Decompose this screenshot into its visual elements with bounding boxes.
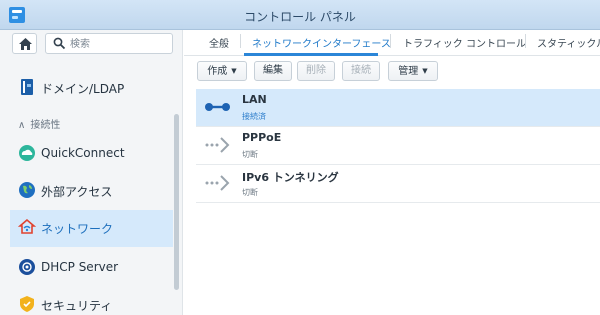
interface-status: 切断 xyxy=(242,150,258,159)
caret-down-icon: ▼ xyxy=(422,67,428,75)
interface-name: IPv6 トンネリング xyxy=(242,171,339,184)
interface-row-pppoe[interactable]: PPPoE 切断 xyxy=(196,127,600,165)
sidebar-item-quickconnect[interactable]: QuickConnect xyxy=(10,136,173,170)
interface-row-ipv6-tunneling[interactable]: IPv6 トンネリング 切断 xyxy=(196,165,600,203)
search-field[interactable] xyxy=(45,33,173,54)
sidebar-item-label: ドメイン/LDAP xyxy=(41,82,125,96)
sidebar-item-network[interactable]: ネットワーク xyxy=(10,210,173,247)
search-icon xyxy=(53,37,66,50)
disconnected-link-icon xyxy=(205,137,230,153)
sidebar-item-label: QuickConnect xyxy=(41,146,125,160)
connect-button[interactable]: 接続 xyxy=(342,61,380,81)
tab-traffic-control[interactable]: トラフィック コントロール xyxy=(403,35,526,50)
create-button[interactable]: 作成 ▼ xyxy=(197,61,247,81)
sidebar-item-domain-ldap[interactable]: ドメイン/LDAP xyxy=(10,70,173,104)
interface-status: 切断 xyxy=(242,188,258,197)
tab-bar: 全般 ネットワークインターフェース トラフィック コントロール スタティックル xyxy=(184,30,600,56)
main-panel: 全般 ネットワークインターフェース トラフィック コントロール スタティックル … xyxy=(184,30,600,315)
caret-down-icon: ▼ xyxy=(231,67,237,75)
sidebar-item-external-access[interactable]: 外部アクセス xyxy=(10,173,173,207)
directory-book-icon xyxy=(21,79,33,95)
sidebar-item-security[interactable]: セキュリティ xyxy=(10,287,173,315)
quickconnect-cloud-icon xyxy=(19,145,35,161)
sidebar-item-label: ネットワーク xyxy=(41,222,114,236)
sidebar-scrollbar[interactable] xyxy=(174,114,179,290)
interface-name: LAN xyxy=(242,93,267,106)
shield-icon xyxy=(20,296,34,312)
interface-name: PPPoE xyxy=(242,131,282,144)
dhcp-server-icon xyxy=(19,259,35,275)
connected-link-icon xyxy=(205,103,230,111)
sidebar-item-label: 外部アクセス xyxy=(41,185,113,199)
home-button[interactable] xyxy=(12,33,37,54)
interface-status: 接続済 xyxy=(242,112,266,121)
tab-static-route[interactable]: スタティックル xyxy=(537,35,600,50)
disconnected-link-icon xyxy=(205,175,230,191)
sidebar: ドメイン/LDAP ∧接続性 QuickConnect 外部アクセス ネットワー… xyxy=(0,30,183,315)
section-header-connectivity[interactable]: ∧ 接続性 xyxy=(18,116,60,131)
interface-row-lan[interactable]: LAN 接続済 xyxy=(196,89,600,127)
tab-network-interface[interactable]: ネットワークインターフェース xyxy=(252,35,391,50)
tab-divider xyxy=(525,34,526,48)
globe-icon xyxy=(19,182,35,198)
search-input[interactable] xyxy=(70,36,168,52)
delete-button[interactable]: 削除 xyxy=(297,61,335,81)
sidebar-item-label: DHCP Server xyxy=(41,260,119,274)
home-icon xyxy=(19,38,32,50)
tab-divider xyxy=(240,34,241,48)
chevron-up-icon: ∧ xyxy=(18,120,26,131)
toolbar: 作成 ▼ 編集 削除 接続 管理 ▼ xyxy=(184,56,600,86)
sidebar-item-dhcp-server[interactable]: DHCP Server xyxy=(10,250,173,284)
edit-button[interactable]: 編集 xyxy=(254,61,292,81)
tab-general[interactable]: 全般 xyxy=(209,35,229,50)
tab-divider xyxy=(390,34,391,48)
sidebar-item-label: セキュリティ xyxy=(41,299,113,313)
title-bar: コントロール パネル xyxy=(0,0,600,30)
window-title: コントロール パネル xyxy=(244,10,356,24)
network-home-icon xyxy=(18,218,36,234)
manage-button[interactable]: 管理 ▼ xyxy=(388,61,438,81)
